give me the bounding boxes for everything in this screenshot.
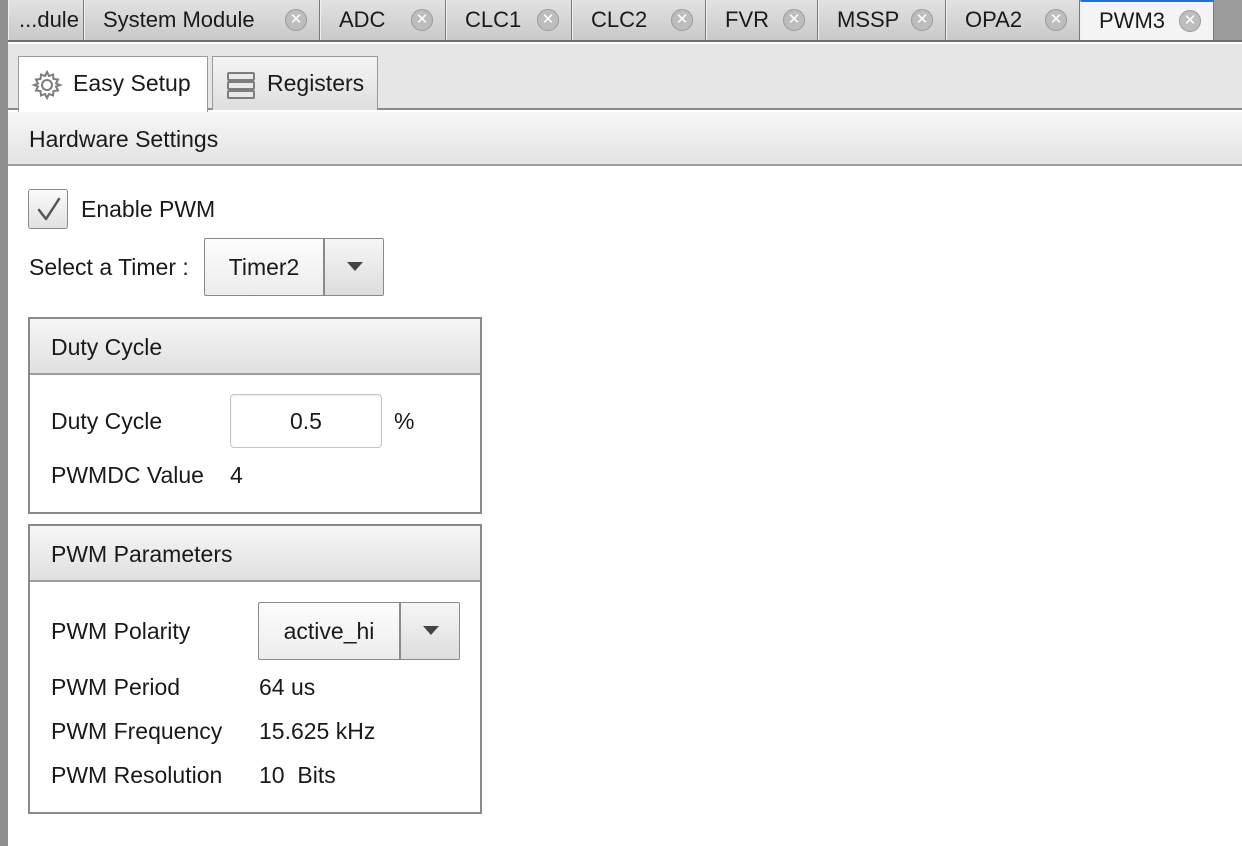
tab-label: PWM3: [1099, 8, 1165, 33]
tab-label: Easy Setup: [73, 70, 191, 96]
tab-opa2[interactable]: OPA2 ✕: [946, 0, 1080, 40]
section-title: Hardware Settings: [29, 126, 219, 152]
tab-label: System Module: [103, 7, 255, 32]
tab-registers[interactable]: Registers: [212, 56, 378, 110]
panel-title: PWM Parameters: [51, 541, 233, 567]
tab-clc2[interactable]: CLC2 ✕: [572, 0, 706, 40]
tab-label: MSSP: [837, 7, 900, 32]
close-icon[interactable]: ✕: [1045, 9, 1067, 31]
tab-fvr[interactable]: FVR ✕: [706, 0, 818, 40]
tab-label: CLC1: [465, 7, 522, 32]
left-gutter: [0, 0, 8, 846]
panel-title: Duty Cycle: [51, 334, 163, 360]
timer-select[interactable]: Timer2: [204, 238, 384, 296]
tab-system-module[interactable]: System Module ✕: [84, 0, 320, 40]
tab-mssp[interactable]: MSSP ✕: [818, 0, 946, 40]
pwm-period-value: 64 us: [259, 674, 316, 700]
pwmdc-label: PWMDC Value: [51, 462, 204, 488]
hardware-settings-header: Hardware Settings: [8, 112, 1242, 166]
chevron-down-icon[interactable]: [323, 239, 383, 295]
gear-icon: [31, 69, 63, 101]
enable-pwm-label: Enable PWM: [81, 196, 216, 222]
tab-pwm3[interactable]: PWM3 ✕: [1080, 0, 1214, 40]
document-tab-strip: ...dule System Module ✕ ADC ✕ CLC1 ✕ CLC…: [8, 0, 1242, 42]
select-timer-label: Select a Timer :: [29, 254, 189, 280]
pwm-resolution-label: PWM Resolution: [51, 762, 223, 788]
close-icon[interactable]: ✕: [411, 9, 433, 31]
pwm-polarity-select[interactable]: active_hi: [258, 602, 460, 660]
tab-label: Registers: [267, 70, 365, 96]
tab-module-truncated[interactable]: ...dule: [8, 0, 84, 40]
pwm-period-label: PWM Period: [51, 674, 181, 700]
registers-icon: [227, 72, 255, 99]
pwm-polarity-label: PWM Polarity: [51, 618, 191, 644]
pwm-parameters-header: PWM Parameters: [30, 526, 480, 582]
close-icon[interactable]: ✕: [671, 9, 693, 31]
view-tab-bar: Easy Setup Registers: [8, 44, 1242, 112]
duty-cycle-unit: %: [394, 408, 415, 434]
tab-label: CLC2: [591, 7, 648, 32]
checkmark-icon: [37, 197, 61, 221]
pwm-frequency-label: PWM Frequency: [51, 718, 223, 744]
tab-label: FVR: [725, 7, 769, 32]
close-icon[interactable]: ✕: [783, 9, 805, 31]
pwm-polarity-value: active_hi: [283, 618, 375, 644]
tab-label: OPA2: [965, 7, 1023, 32]
tab-clc1[interactable]: CLC1 ✕: [446, 0, 572, 40]
close-icon[interactable]: ✕: [285, 9, 307, 31]
duty-cycle-header: Duty Cycle: [30, 319, 480, 375]
pwmdc-value: 4: [230, 462, 243, 488]
chevron-down-icon[interactable]: [399, 603, 459, 659]
enable-pwm-checkbox[interactable]: [28, 189, 68, 229]
tab-easy-setup[interactable]: Easy Setup: [18, 56, 208, 112]
close-icon[interactable]: ✕: [537, 9, 559, 31]
duty-cycle-input[interactable]: 0.5: [230, 394, 382, 448]
pwm-frequency-value: 15.625 kHz: [259, 718, 376, 744]
tab-adc[interactable]: ADC ✕: [320, 0, 446, 40]
tab-label: ...dule: [19, 7, 79, 32]
pwm-resolution-value: 10 Bits: [259, 762, 336, 788]
tab-label: ADC: [339, 7, 386, 32]
close-icon[interactable]: ✕: [1179, 10, 1201, 32]
timer-select-value: Timer2: [228, 254, 300, 280]
close-icon[interactable]: ✕: [911, 9, 933, 31]
duty-cycle-label: Duty Cycle: [51, 408, 163, 434]
